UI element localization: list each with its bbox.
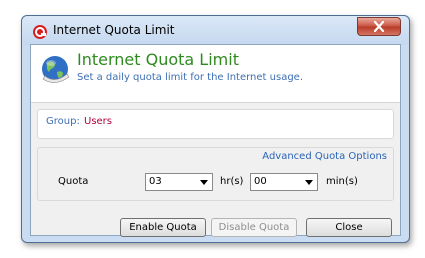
close-button[interactable]: Close <box>306 218 392 237</box>
close-window-button[interactable] <box>357 17 401 36</box>
title-bar[interactable]: Internet Quota Limit <box>22 16 409 45</box>
hours-select[interactable]: 03 <box>145 173 213 191</box>
hours-unit-label: hr(s) <box>220 176 244 187</box>
disable-quota-button[interactable]: Disable Quota <box>211 218 297 237</box>
minutes-value: 00 <box>254 176 267 187</box>
dialog-client-area: Internet Quota Limit Set a daily quota l… <box>30 44 401 237</box>
window-title: Internet Quota Limit <box>53 23 175 37</box>
hours-value: 03 <box>149 176 162 187</box>
quota-panel: Advanced Quota Options Quota 03 hr(s) 00… <box>37 147 394 201</box>
group-label: Group: <box>46 116 80 127</box>
app-icon <box>33 25 47 39</box>
minutes-unit-label: min(s) <box>326 176 358 187</box>
dialog-header: Internet Quota Limit Set a daily quota l… <box>31 45 400 103</box>
header-subtitle: Set a daily quota limit for the Internet… <box>77 72 304 83</box>
minutes-select[interactable]: 00 <box>250 173 318 191</box>
chevron-down-icon <box>305 180 313 185</box>
chevron-down-icon <box>200 180 208 185</box>
header-title: Internet Quota Limit <box>77 50 239 69</box>
group-value: Users <box>84 116 113 127</box>
enable-quota-button[interactable]: Enable Quota <box>120 218 206 237</box>
group-panel: Group: Users <box>37 109 394 139</box>
globe-icon <box>42 56 70 83</box>
advanced-quota-options-link[interactable]: Advanced Quota Options <box>262 151 387 162</box>
close-icon <box>373 21 385 32</box>
quota-label: Quota <box>58 176 89 187</box>
dialog-window: Internet Quota Limit Internet Quota Limi… <box>21 15 410 243</box>
